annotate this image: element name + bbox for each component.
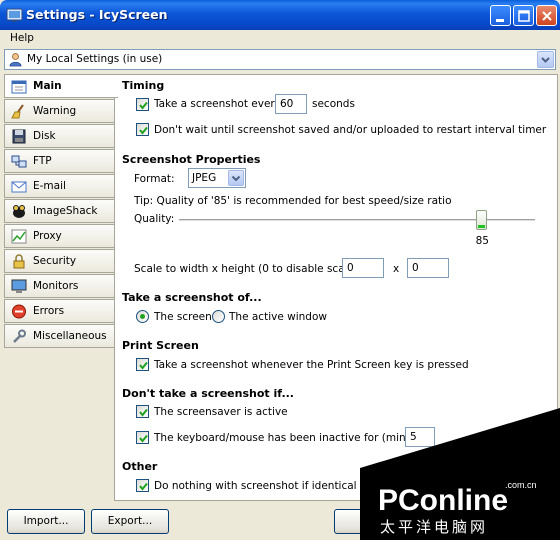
the-screen-radio[interactable]	[136, 310, 149, 323]
take-every-checkbox[interactable]	[136, 98, 149, 111]
scale-label: Scale to width x height (0 to disable sc…	[134, 263, 372, 275]
dont-wait-checkbox[interactable]	[136, 123, 149, 136]
sidebar-item-main[interactable]: Main	[4, 74, 118, 98]
take-of-title: Take a screenshot of...	[122, 291, 262, 304]
scale-x-label: x	[393, 263, 400, 275]
wrench-icon	[13, 329, 26, 343]
proxy-icon	[11, 229, 27, 244]
sidebar-item-disk[interactable]: Disk	[4, 124, 114, 148]
seconds-label: seconds	[312, 98, 355, 110]
check-icon	[139, 408, 148, 417]
check-icon	[139, 126, 148, 135]
sidebar-item-monitors[interactable]: Monitors	[4, 274, 114, 298]
quality-slider-thumb[interactable]	[475, 210, 487, 230]
minimize-icon	[496, 19, 504, 22]
user-icon	[9, 53, 22, 67]
sidebar-item-warning[interactable]: Warning	[4, 99, 114, 123]
format-value: JPEG	[192, 172, 217, 184]
check-icon	[139, 361, 148, 370]
print-screen-label: Take a screenshot whenever the Print Scr…	[154, 359, 469, 371]
profile-select[interactable]: My Local Settings (in use)	[4, 49, 556, 70]
inactive-checkbox[interactable]	[136, 431, 149, 444]
broom-icon	[11, 104, 24, 119]
title-bar[interactable]: Settings - IcyScreen	[0, 0, 560, 30]
watermark-domain: .com.cn	[505, 480, 537, 490]
check-icon	[139, 482, 148, 491]
envelope-icon	[11, 181, 27, 193]
chevron-down-icon	[541, 57, 550, 63]
print-screen-title: Print Screen	[122, 339, 199, 352]
sidebar-item-errors[interactable]: Errors	[4, 299, 114, 323]
profile-value: My Local Settings (in use)	[27, 53, 163, 65]
window-title: Settings - IcyScreen	[26, 7, 168, 22]
take-every-label: Take a screenshot every	[154, 98, 281, 110]
sidebar-item-imageshack[interactable]: ImageShack	[4, 199, 114, 223]
interval-input[interactable]: 60	[275, 94, 307, 114]
menu-bar: Help	[0, 30, 560, 48]
sidebar-item-email[interactable]: E-mail	[4, 174, 114, 198]
timing-title: Timing	[122, 79, 165, 92]
screensaver-label: The screensaver is active	[154, 406, 288, 418]
calendar-icon	[11, 80, 27, 94]
dont-wait-label: Don't wait until screenshot saved and/or…	[154, 124, 547, 136]
screenshot-properties-title: Screenshot Properties	[122, 153, 261, 166]
sidebar-item-proxy[interactable]: Proxy	[4, 224, 114, 248]
format-dropdown-button[interactable]	[228, 170, 244, 186]
format-select[interactable]: JPEG	[188, 168, 246, 188]
close-icon	[542, 11, 552, 21]
check-icon	[139, 101, 148, 110]
other-title: Other	[122, 460, 158, 473]
lock-icon	[13, 254, 25, 269]
frog-icon	[13, 205, 25, 218]
dont-take-title: Don't take a screenshot if...	[122, 387, 294, 400]
quality-value: 85	[475, 235, 489, 247]
screensaver-checkbox[interactable]	[136, 405, 149, 418]
minimize-button[interactable]	[490, 5, 511, 26]
profile-dropdown-button[interactable]	[537, 51, 554, 68]
quality-label: Quality:	[134, 213, 175, 225]
close-button[interactable]	[536, 5, 557, 26]
app-icon	[6, 8, 23, 22]
scale-height-input[interactable]: 0	[407, 258, 449, 278]
import-button[interactable]: Import...	[7, 509, 85, 534]
settings-sidebar: Main Warning Disk FTP E-mail ImageShack …	[4, 74, 118, 348]
check-icon	[139, 434, 148, 443]
network-icon	[11, 155, 27, 168]
format-label: Format:	[134, 173, 175, 185]
menu-help[interactable]: Help	[10, 32, 34, 44]
settings-window: Settings - IcyScreen Help My Local Setti…	[0, 0, 560, 540]
scale-width-value: 0	[347, 262, 354, 274]
print-screen-checkbox[interactable]	[136, 358, 149, 371]
interval-value: 60	[280, 98, 294, 110]
monitor-icon	[11, 279, 27, 293]
chevron-down-icon	[231, 175, 241, 182]
the-screen-label: The screen	[154, 311, 212, 323]
disk-icon	[12, 129, 26, 144]
pconline-watermark: PConline .com.cn 太平洋电脑网	[360, 408, 560, 540]
maximize-icon	[518, 10, 530, 22]
identical-label: Do nothing with screenshot if identical …	[154, 480, 393, 492]
sidebar-item-security[interactable]: Security	[4, 249, 114, 273]
sidebar-item-ftp[interactable]: FTP	[4, 149, 114, 173]
maximize-button[interactable]	[513, 5, 534, 26]
scale-width-input[interactable]: 0	[342, 258, 384, 278]
active-window-label: The active window	[229, 311, 327, 323]
active-window-radio[interactable]	[212, 310, 225, 323]
export-button[interactable]: Export...	[91, 509, 169, 534]
identical-checkbox[interactable]	[136, 479, 149, 492]
error-icon	[12, 304, 26, 319]
quality-tip: Tip: Quality of '85' is recommended for …	[134, 195, 452, 207]
sidebar-item-miscellaneous[interactable]: Miscellaneous	[4, 324, 114, 348]
scale-height-value: 0	[412, 262, 419, 274]
watermark-chinese: 太平洋电脑网	[380, 518, 488, 536]
watermark-brand: PConline	[378, 484, 508, 517]
